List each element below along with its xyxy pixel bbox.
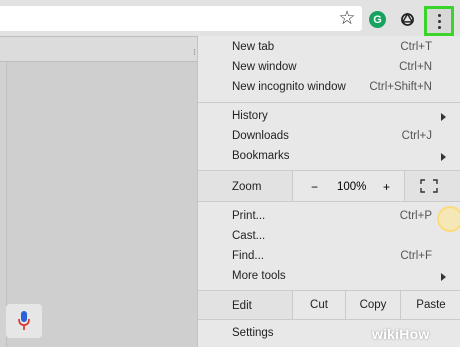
zoom-in-button[interactable]: + bbox=[383, 180, 390, 194]
chrome-menu-button[interactable] bbox=[424, 6, 454, 36]
menu-item-label: Cast... bbox=[232, 230, 266, 242]
menu-dot bbox=[437, 19, 441, 23]
cut-button[interactable]: Cut bbox=[292, 291, 345, 319]
openai-icon[interactable] bbox=[398, 10, 417, 29]
star-icon[interactable]: ☆ bbox=[337, 9, 357, 29]
menu-item-downloads[interactable]: Downloads Ctrl+J bbox=[198, 127, 460, 147]
zoom-row: Zoom − 100% + bbox=[198, 170, 460, 202]
menu-item-new-tab[interactable]: New tab Ctrl+T bbox=[198, 38, 460, 58]
menu-item-label: Bookmarks bbox=[232, 150, 290, 162]
fullscreen-icon[interactable] bbox=[420, 179, 438, 193]
cursor-highlight bbox=[437, 206, 460, 232]
menu-item-find[interactable]: Find... Ctrl+F bbox=[198, 247, 460, 267]
menu-item-history[interactable]: History bbox=[198, 107, 460, 127]
menu-item-shortcut: Ctrl+P bbox=[399, 210, 432, 222]
zoom-level: 100% bbox=[337, 181, 367, 193]
menu-divider bbox=[198, 102, 460, 103]
menu-item-new-incognito-window[interactable]: New incognito window Ctrl+Shift+N bbox=[198, 78, 460, 98]
copy-button[interactable]: Copy bbox=[345, 291, 400, 319]
menu-dot bbox=[437, 25, 441, 29]
menu-item-label: History bbox=[232, 110, 268, 122]
zoom-label: Zoom bbox=[232, 181, 262, 193]
submenu-arrow-icon bbox=[441, 113, 446, 121]
grammarly-icon[interactable]: G bbox=[369, 11, 386, 28]
menu-item-bookmarks[interactable]: Bookmarks bbox=[198, 147, 460, 167]
zoom-control: − 100% + bbox=[292, 171, 405, 201]
wikihow-wiki: wiki bbox=[372, 326, 400, 342]
chrome-menu: New tab Ctrl+T New window Ctrl+N New inc… bbox=[197, 36, 460, 347]
menu-item-print[interactable]: Print... Ctrl+P bbox=[198, 207, 460, 227]
menu-item-label: New window bbox=[232, 61, 297, 73]
menu-item-shortcut: Ctrl+N bbox=[399, 61, 432, 73]
wikihow-watermark: wikiHow bbox=[372, 326, 429, 342]
menu-item-new-window[interactable]: New window Ctrl+N bbox=[198, 58, 460, 78]
menu-item-label: New incognito window bbox=[232, 81, 346, 93]
menu-item-shortcut: Ctrl+T bbox=[400, 41, 432, 53]
bookmarks-bar bbox=[0, 36, 197, 62]
menu-item-label: Downloads bbox=[232, 130, 289, 142]
edit-row: Edit Cut Copy Paste bbox=[198, 290, 460, 320]
paste-button[interactable]: Paste bbox=[400, 291, 460, 319]
menu-item-label: Settings bbox=[232, 327, 274, 339]
menu-item-shortcut: Ctrl+J bbox=[401, 130, 432, 142]
menu-item-label: Print... bbox=[232, 210, 266, 222]
overflow-chevron-icon[interactable]: ⁝ bbox=[193, 47, 196, 58]
submenu-arrow-icon bbox=[441, 153, 446, 161]
menu-item-label: Find... bbox=[232, 250, 264, 262]
address-bar[interactable] bbox=[0, 6, 362, 31]
menu-item-shortcut: Ctrl+F bbox=[400, 250, 432, 262]
menu-item-label: More tools bbox=[232, 270, 286, 282]
zoom-out-button[interactable]: − bbox=[311, 180, 318, 194]
menu-dot bbox=[437, 13, 441, 17]
menu-item-label: New tab bbox=[232, 41, 275, 53]
menu-item-shortcut: Ctrl+Shift+N bbox=[369, 81, 432, 93]
submenu-arrow-icon bbox=[441, 273, 446, 281]
edit-label: Edit bbox=[232, 300, 252, 312]
browser-toolbar: ☆ G bbox=[0, 0, 460, 36]
menu-item-more-tools[interactable]: More tools bbox=[198, 267, 460, 287]
wikihow-how: How bbox=[399, 326, 430, 342]
openai-icon-glyph bbox=[401, 12, 414, 26]
microphone-icon bbox=[18, 311, 30, 330]
menu-item-cast[interactable]: Cast... bbox=[198, 227, 460, 247]
